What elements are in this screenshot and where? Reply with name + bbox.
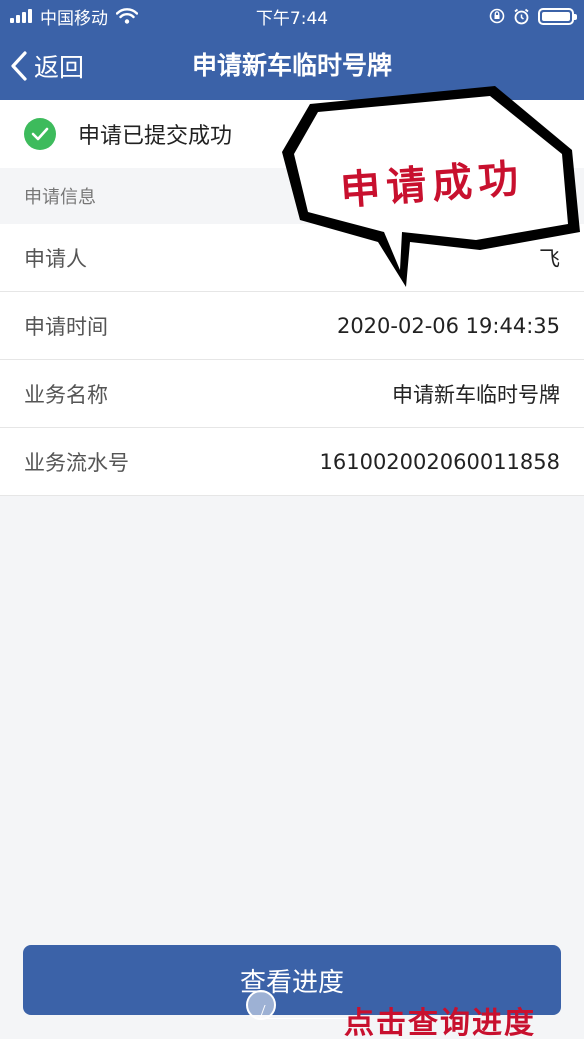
alarm-icon: [514, 8, 529, 24]
annotation-text: 点击查询进度: [344, 1006, 536, 1039]
success-text: 申请已提交成功: [78, 124, 233, 149]
status-right: [489, 7, 577, 25]
chevron-left-icon: [11, 51, 27, 81]
info-value: 161002002060011858: [319, 449, 561, 474]
info-label: 业务流水号: [24, 450, 129, 475]
rotation-lock-icon: [489, 8, 505, 24]
info-label: 申请人: [24, 246, 87, 271]
signal-icon: [10, 9, 32, 23]
back-button[interactable]: 返回: [10, 32, 84, 100]
back-label: 返回: [34, 53, 85, 82]
info-value: 申请新车临时号牌: [392, 382, 560, 407]
info-row-serial: 业务流水号 161002002060011858: [0, 428, 584, 496]
wifi-icon: [116, 8, 138, 24]
pointer-line: [259, 1005, 355, 1019]
info-row-service: 业务名称 申请新车临时号牌: [0, 360, 584, 428]
carrier-label: 中国移动: [40, 8, 108, 29]
info-label: 业务名称: [24, 382, 108, 407]
info-value: 2020-02-06 19:44:35: [336, 313, 560, 338]
battery-icon: [538, 7, 577, 25]
status-left: 中国移动: [10, 4, 138, 29]
status-bar: 中国移动 下午7:44: [0, 0, 584, 32]
info-label: 申请时间: [24, 314, 108, 339]
check-circle-icon: [24, 118, 56, 150]
info-row-time: 申请时间 2020-02-06 19:44:35: [0, 292, 584, 360]
